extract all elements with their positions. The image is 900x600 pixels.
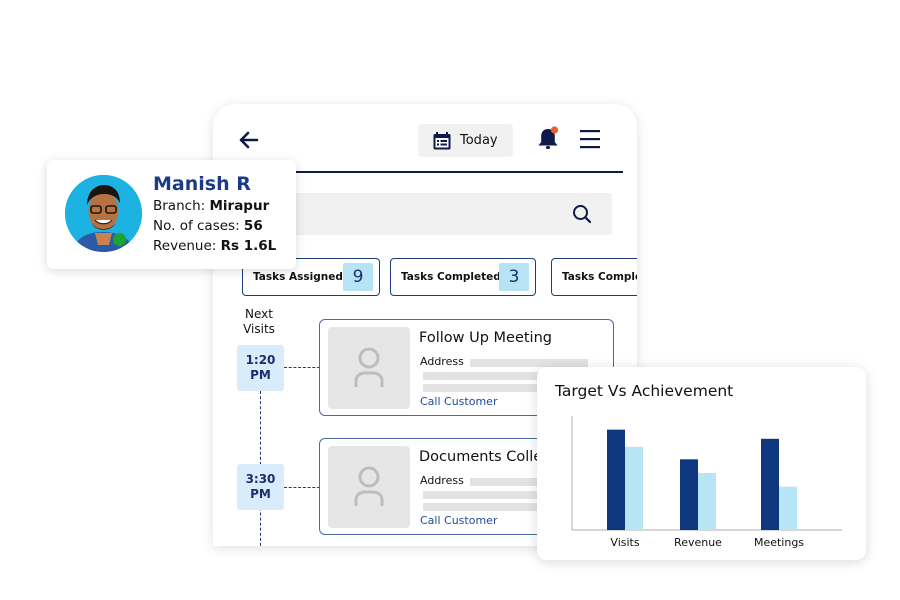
stat-label: Tasks Complet xyxy=(562,271,637,283)
x-tick-label: Visits xyxy=(610,536,639,549)
branch-label: Branch: xyxy=(153,198,206,214)
visit-title: Follow Up Meeting xyxy=(419,330,552,346)
call-customer-link[interactable]: Call Customer xyxy=(420,395,497,408)
profile-branch: Branch: Mirapur xyxy=(153,198,269,214)
x-tick-label: Meetings xyxy=(754,536,804,549)
profile-revenue: Revenue: Rs 1.6L xyxy=(153,238,276,254)
visit-time-chip: 1:20 PM xyxy=(237,345,284,391)
bar-meetings-target xyxy=(761,438,779,530)
today-label: Today xyxy=(460,133,498,148)
visit-time-period: PM xyxy=(250,368,271,382)
address-placeholder-line xyxy=(470,359,588,367)
visit-avatar-placeholder xyxy=(328,327,410,409)
cases-value: 56 xyxy=(243,218,263,234)
avatar xyxy=(65,175,142,252)
bar-visits-achievement xyxy=(625,446,643,530)
revenue-label: Revenue: xyxy=(153,238,217,254)
visit-time: 1:20 xyxy=(245,353,276,367)
visit-time: 3:30 xyxy=(245,472,276,486)
profile-cases: No. of cases: 56 xyxy=(153,218,263,234)
user-icon xyxy=(354,466,384,506)
visit-avatar-placeholder xyxy=(328,446,410,528)
hamburger-menu-icon xyxy=(580,130,600,149)
visit-address-label: Address xyxy=(420,474,464,487)
stat-count: 3 xyxy=(499,263,529,291)
visit-address-label: Address xyxy=(420,355,464,368)
bar-visits-target xyxy=(607,429,625,530)
online-status-dot xyxy=(113,233,126,246)
stat-label: Tasks Assigned xyxy=(253,271,343,283)
notifications-button[interactable] xyxy=(536,126,560,152)
back-button[interactable] xyxy=(237,128,261,152)
notification-dot xyxy=(550,126,559,134)
bar-meetings-achievement xyxy=(779,486,797,530)
stat-card-tasks-completed-2[interactable]: Tasks Complet xyxy=(551,258,637,296)
next-visits-label-line1: Next xyxy=(245,307,273,321)
visit-time-chip: 3:30 PM xyxy=(237,464,284,510)
timeline-connector xyxy=(284,487,320,488)
visit-time-period: PM xyxy=(250,487,271,501)
revenue-value: Rs 1.6L xyxy=(220,238,277,254)
profile-card: Manish R Branch: Mirapur No. of cases: 5… xyxy=(47,160,296,269)
stat-label: Tasks Completed xyxy=(401,271,501,283)
next-visits-heading: Next Visits xyxy=(239,307,279,337)
target-vs-achievement-card: Target Vs Achievement Visits Revenue Meeti… xyxy=(537,367,866,560)
search-icon[interactable] xyxy=(572,204,592,224)
x-tick-label: Revenue xyxy=(674,536,722,549)
menu-button[interactable] xyxy=(579,129,601,149)
cases-label: No. of cases: xyxy=(153,218,240,234)
person-photo xyxy=(65,175,142,252)
bar-revenue-achievement xyxy=(698,473,716,530)
arrow-left-icon xyxy=(239,131,259,149)
next-visits-label-line2: Visits xyxy=(243,322,275,336)
bar-revenue-target xyxy=(680,459,698,530)
call-customer-link[interactable]: Call Customer xyxy=(420,514,497,527)
user-icon xyxy=(354,347,384,387)
today-button[interactable]: Today xyxy=(418,124,513,157)
stat-card-tasks-completed[interactable]: Tasks Completed 3 xyxy=(390,258,536,296)
calendar-icon xyxy=(433,131,451,149)
timeline-connector xyxy=(284,367,320,368)
bell-icon xyxy=(538,126,559,149)
bar-chart: Visits Revenue Meetings xyxy=(571,416,842,549)
branch-value: Mirapur xyxy=(209,198,270,214)
profile-name: Manish R xyxy=(153,173,251,195)
stat-count: 9 xyxy=(343,263,373,291)
